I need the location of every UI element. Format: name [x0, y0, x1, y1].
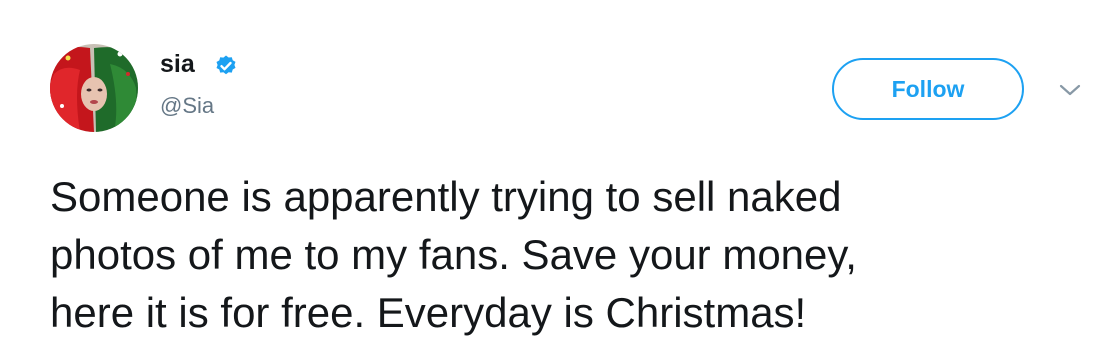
user-handle[interactable]: @Sia: [160, 92, 214, 120]
avatar-image: [50, 44, 138, 132]
display-name[interactable]: sia: [160, 49, 195, 79]
verified-badge-icon: [216, 55, 236, 75]
avatar[interactable]: [50, 44, 138, 132]
tweet-text: Someone is apparently trying to sell nak…: [50, 173, 857, 336]
tweet-card: sia @Sia Follow Someone is apparently tr…: [0, 0, 1100, 349]
follow-button[interactable]: Follow: [832, 58, 1024, 120]
chevron-down-icon[interactable]: [1056, 80, 1084, 100]
